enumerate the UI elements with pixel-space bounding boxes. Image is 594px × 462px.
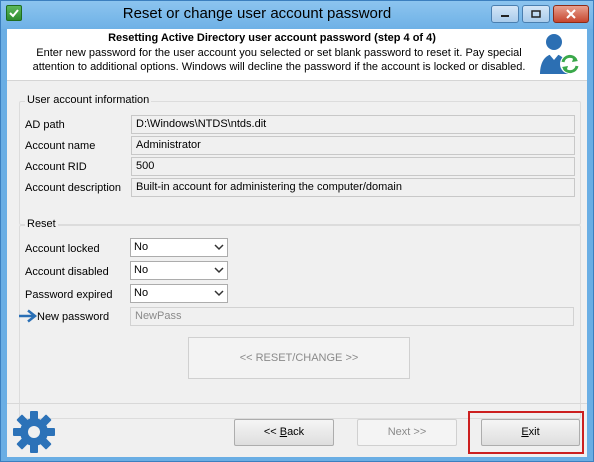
account-description-label: Account description bbox=[25, 182, 121, 194]
close-button[interactable] bbox=[553, 5, 589, 23]
password-expired-label: Password expired bbox=[25, 289, 113, 301]
account-disabled-select[interactable]: No bbox=[130, 261, 228, 280]
account-description-field[interactable]: Built-in account for administering the c… bbox=[131, 178, 575, 197]
chevron-down-icon bbox=[214, 244, 224, 251]
back-button[interactable]: << Back bbox=[234, 419, 334, 446]
header-panel: Resetting Active Directory user account … bbox=[7, 29, 587, 81]
exit-button[interactable]: Exit bbox=[481, 419, 580, 446]
exit-accelerator: E bbox=[521, 426, 529, 438]
reset-group-title: Reset bbox=[25, 218, 58, 230]
chevron-down-icon bbox=[214, 290, 224, 297]
window-title: Reset or change user account password bbox=[122, 5, 392, 22]
account-name-field[interactable]: Administrator bbox=[131, 136, 575, 155]
reset-change-button[interactable]: << RESET/CHANGE >> bbox=[188, 337, 410, 379]
account-disabled-value: No bbox=[134, 264, 149, 276]
maximize-icon bbox=[531, 10, 541, 18]
account-name-label: Account name bbox=[25, 140, 96, 152]
exit-rest: xit bbox=[528, 426, 540, 438]
chevron-down-icon bbox=[214, 267, 224, 274]
user-refresh-icon bbox=[540, 34, 580, 74]
dialog-content: Resetting Active Directory user account … bbox=[7, 29, 587, 457]
gear-icon bbox=[13, 411, 55, 453]
account-rid-field[interactable]: 500 bbox=[131, 157, 575, 176]
account-locked-value: No bbox=[134, 241, 149, 253]
account-info-title: User account information bbox=[25, 94, 152, 106]
account-locked-label: Account locked bbox=[25, 243, 100, 255]
account-locked-select[interactable]: No bbox=[130, 238, 228, 257]
password-expired-value: No bbox=[134, 287, 149, 299]
ad-path-label: AD path bbox=[25, 119, 65, 131]
back-prefix: << bbox=[263, 426, 280, 438]
right-arrow-icon bbox=[19, 309, 38, 323]
password-expired-select[interactable]: No bbox=[130, 284, 228, 303]
next-button[interactable]: Next >> bbox=[357, 419, 457, 446]
account-rid-label: Account RID bbox=[25, 161, 87, 173]
new-password-input[interactable]: NewPass bbox=[130, 307, 574, 326]
minimize-icon bbox=[501, 15, 509, 17]
close-icon bbox=[566, 9, 576, 19]
new-password-label: New password bbox=[37, 311, 110, 323]
step-title: Resetting Active Directory user account … bbox=[108, 32, 436, 44]
minimize-button[interactable] bbox=[491, 5, 519, 23]
maximize-button[interactable] bbox=[522, 5, 550, 23]
window: Reset or change user account password Re… bbox=[0, 0, 594, 462]
back-rest: ack bbox=[287, 426, 305, 438]
title-bar[interactable]: Reset or change user account password bbox=[1, 1, 593, 29]
account-disabled-label: Account disabled bbox=[25, 266, 109, 278]
footer-divider bbox=[7, 403, 587, 404]
step-description: Enter new password for the user account … bbox=[32, 47, 526, 73]
back-accelerator: B bbox=[279, 426, 288, 438]
ad-path-field[interactable]: D:\Windows\NTDS\ntds.dit bbox=[131, 115, 575, 134]
